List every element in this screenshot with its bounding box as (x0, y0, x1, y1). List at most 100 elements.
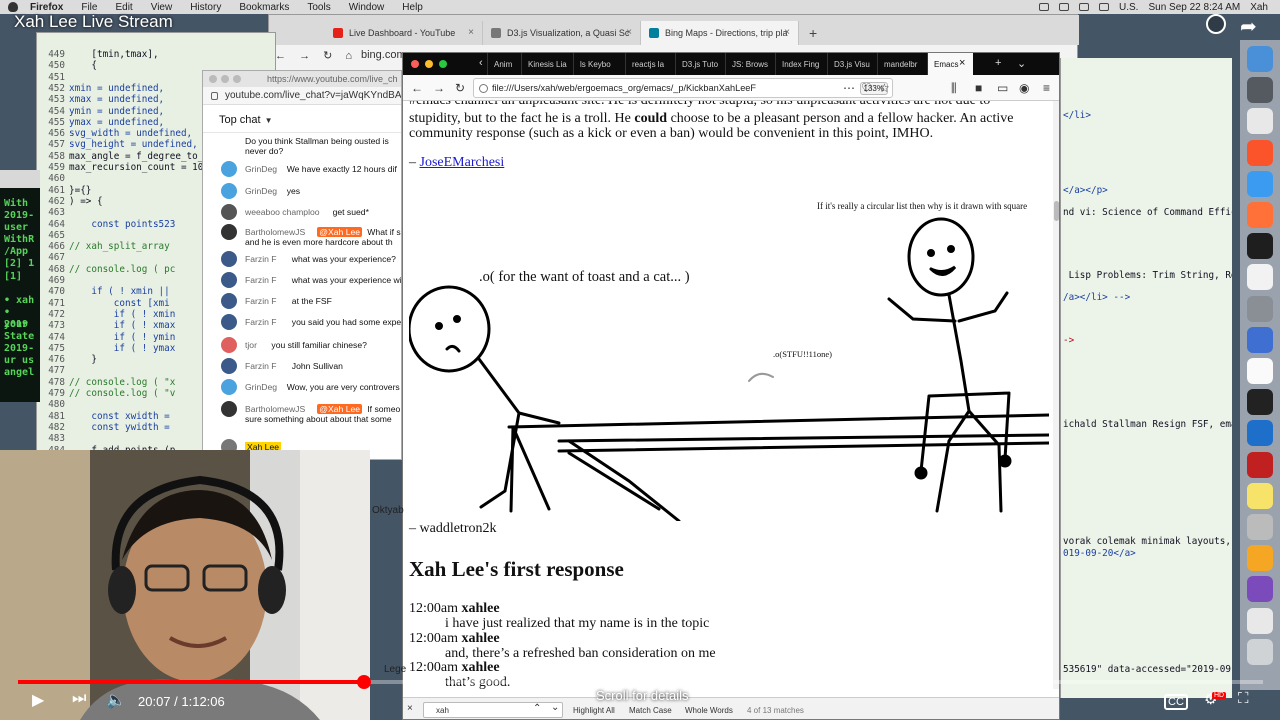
status-display-icon[interactable] (1059, 3, 1070, 11)
browser-tab[interactable]: Emacs (927, 53, 973, 75)
menu-tools[interactable]: Tools (307, 2, 330, 13)
browser-tab[interactable]: reactjs la (625, 53, 675, 75)
page-actions-icon[interactable]: ⋯ (843, 81, 855, 95)
firefox-icon[interactable] (1247, 202, 1273, 228)
brave-icon[interactable] (1247, 139, 1273, 166)
browser-tab[interactable]: Anim (487, 53, 521, 75)
terminal-icon[interactable] (1247, 233, 1273, 260)
close-icon[interactable]: × (959, 57, 965, 69)
close-dot[interactable] (411, 60, 419, 68)
video-progress-bar[interactable] (18, 675, 1263, 689)
zoom-dot[interactable] (233, 75, 241, 83)
chevron-down-icon[interactable]: ⌄ (1017, 57, 1026, 70)
calendar-icon[interactable] (1247, 358, 1273, 384)
chat-author[interactable]: Farzin F (245, 361, 277, 371)
close-dot[interactable] (209, 75, 217, 83)
status-wifi-icon[interactable] (1079, 3, 1090, 11)
avatar[interactable] (221, 379, 237, 395)
tab-d3-visualization[interactable]: D3.js Visualization, a Quasi Sc × (483, 21, 641, 45)
chat-author[interactable]: Farzin F (245, 296, 277, 306)
play-icon[interactable]: ▶ (32, 690, 44, 710)
browser-tab[interactable]: Kinesis Lia (521, 53, 573, 75)
scrollbar-thumb[interactable] (1054, 201, 1059, 221)
close-icon[interactable]: × (468, 27, 474, 38)
volume-icon[interactable]: 🔈 (106, 690, 126, 710)
forward-icon[interactable]: → (299, 50, 310, 62)
close-icon[interactable]: × (784, 27, 790, 38)
avatar[interactable] (221, 251, 237, 267)
photos-icon[interactable] (1247, 545, 1273, 572)
chat-author[interactable]: GrinDeg (245, 164, 277, 174)
chat-author[interactable]: weeaboo champloo (245, 207, 320, 217)
pocket-icon[interactable]: ♡ (861, 81, 872, 95)
bookmark-star-icon[interactable]: ☆ (879, 81, 890, 95)
minimize-dot[interactable] (425, 60, 433, 68)
chat-header[interactable]: Top chat ▼ (203, 105, 401, 133)
avatar[interactable] (221, 224, 237, 240)
safari-icon[interactable] (1247, 170, 1273, 197)
preview-icon[interactable] (1247, 607, 1273, 634)
chat-author[interactable]: Farzin F (245, 254, 277, 264)
chrome-icon[interactable] (1247, 108, 1273, 135)
chat-author[interactable]: Farzin F (245, 275, 277, 285)
author-link[interactable]: JoseEMarchesi (420, 155, 505, 170)
avatar[interactable] (221, 272, 237, 288)
status-battery-icon[interactable] (1099, 3, 1110, 11)
status-camera-icon[interactable] (1039, 3, 1050, 11)
back-icon[interactable]: ← (275, 50, 286, 62)
chat-author[interactable]: GrinDeg (245, 382, 277, 392)
chat-message[interactable]: Do you think Stallman being ousted is nev… (203, 133, 401, 159)
avatar[interactable] (221, 358, 237, 374)
browser-tab[interactable]: ls Keybo (573, 53, 625, 75)
avatar[interactable] (221, 314, 237, 330)
chat-author[interactable]: tjor (245, 340, 257, 350)
notes-icon[interactable] (1247, 482, 1273, 509)
chat-message[interactable]: BartholomewJS @Xah Lee If someo sure someth… (203, 401, 401, 427)
browser-tab[interactable]: D3.js Visu (827, 53, 877, 75)
minimize-dot[interactable] (221, 75, 229, 83)
avatar[interactable] (221, 204, 237, 220)
menu-window[interactable]: Window (349, 2, 385, 13)
sidebar-icon[interactable]: ▭ (997, 81, 1008, 95)
chat-address-bar[interactable]: youtube.com/live_chat?v=jaWqKYndBAA (203, 87, 401, 105)
forward-icon[interactable]: → (433, 81, 445, 95)
edge-icon[interactable] (1247, 420, 1273, 447)
menu-app-name[interactable]: Firefox (30, 2, 63, 13)
fullscreen-icon[interactable]: ⛶ (1238, 690, 1249, 707)
reload-icon[interactable]: ↻ (323, 50, 332, 62)
system-preferences-icon[interactable] (1247, 295, 1273, 322)
firefox-url-bar[interactable]: file:///Users/xah/web/ergoemacs_org/emac… (473, 78, 893, 98)
chat-message[interactable]: BartholomewJS @Xah Lee What if s and he is … (203, 224, 401, 250)
next-icon[interactable]: ⏭ (72, 690, 86, 708)
chat-author[interactable]: BartholomewJS (245, 227, 305, 237)
menu-help[interactable]: Help (402, 2, 423, 13)
chat-author[interactable]: BartholomewJS (245, 404, 305, 414)
tab-bing-maps[interactable]: Bing Maps - Directions, trip pla × (641, 21, 799, 45)
back-icon[interactable]: ← (411, 81, 423, 95)
menu-view[interactable]: View (151, 2, 173, 13)
browser-tab[interactable]: JS: Brows (725, 53, 775, 75)
menu-history[interactable]: History (190, 2, 221, 13)
script-editor-icon[interactable] (1247, 514, 1273, 540)
chat-author[interactable]: Farzin F (245, 317, 277, 327)
activity-monitor-icon[interactable] (1247, 326, 1273, 353)
launchpad-icon[interactable] (1247, 77, 1273, 104)
reload-icon[interactable]: ↻ (455, 81, 465, 95)
apple-icon[interactable] (8, 2, 18, 12)
avatar[interactable] (221, 161, 237, 177)
new-tab-icon[interactable]: + (995, 57, 1001, 69)
terminal-window[interactable]: With 2019- user WithR/App [2] 1 [1] • xah • 201… (0, 170, 40, 402)
scroll-for-details-hint[interactable]: Scroll for details (596, 688, 688, 703)
library-icon[interactable]: ⫼ (951, 81, 957, 96)
vertical-scrollbar[interactable] (1053, 101, 1059, 689)
status-user[interactable]: Xah (1250, 2, 1268, 13)
avatar[interactable] (221, 337, 237, 353)
menu-bookmarks[interactable]: Bookmarks (239, 2, 289, 13)
photo-booth-icon[interactable] (1247, 451, 1273, 478)
chevron-left-icon[interactable]: ‹ (479, 57, 483, 69)
share-icon[interactable]: ➦ (1240, 14, 1257, 39)
avatar[interactable] (221, 293, 237, 309)
tab-youtube-dashboard[interactable]: Live Dashboard - YouTube × (325, 21, 483, 45)
close-icon[interactable]: × (626, 27, 632, 38)
emacs-icon[interactable] (1247, 576, 1273, 603)
